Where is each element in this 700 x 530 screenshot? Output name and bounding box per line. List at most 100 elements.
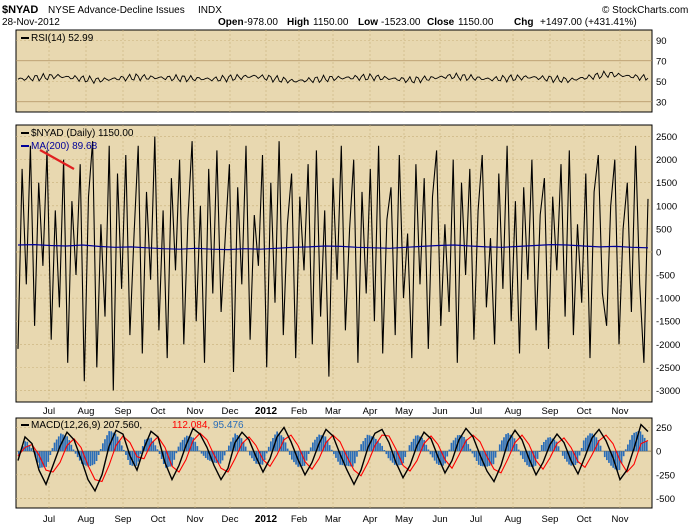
price-tick-label: -2500 xyxy=(656,363,680,374)
macd-histogram-bar xyxy=(291,451,293,460)
x-axis-month-label: Aug xyxy=(505,406,522,417)
x-axis-month-label: Aug xyxy=(505,514,522,525)
macd-histogram-bar xyxy=(120,445,123,452)
chart-panels: 30507090RSI(14) 52.99-3000-2500-2000-150… xyxy=(15,29,680,525)
exchange: INDX xyxy=(198,5,222,16)
macd-histogram-bar xyxy=(175,451,178,454)
x-axis-month-label: Sep xyxy=(115,514,132,525)
rsi-tick-label: 70 xyxy=(656,56,667,67)
macd-histogram-bar xyxy=(473,451,476,458)
stock-chart: $NYAD NYSE Advance-Decline Issues INDX ©… xyxy=(2,4,688,525)
macd-histogram-bar xyxy=(599,445,602,452)
macd-histogram-bar xyxy=(74,451,77,454)
macd-histogram-bar xyxy=(524,451,526,463)
macd-histogram-bar xyxy=(433,451,436,461)
macd-histogram-bar xyxy=(307,451,310,454)
macd-histogram-bar xyxy=(288,451,291,455)
x-axis-month-label: Jul xyxy=(43,406,55,417)
macd-histogram-bar xyxy=(95,451,98,461)
macd-histogram-bar xyxy=(93,451,96,465)
x-axis-month-label: Oct xyxy=(577,406,592,417)
macd-histogram-bar xyxy=(49,451,52,455)
macd-histogram-bar xyxy=(444,451,446,464)
macd-histogram-bar xyxy=(383,450,386,452)
price-tick-label: 2500 xyxy=(656,132,677,143)
macd-histogram-bar xyxy=(228,445,230,452)
macd-histogram-bar xyxy=(137,451,140,462)
macd-histogram-bar xyxy=(362,441,365,452)
macd-histogram-bar xyxy=(467,444,470,452)
macd-histogram-bar xyxy=(125,451,127,455)
price-tick-label: -500 xyxy=(656,271,675,282)
chart-date: 28-Nov-2012 xyxy=(2,17,60,28)
macd-histogram-bar xyxy=(312,442,314,452)
macd-histogram-bar xyxy=(643,437,646,452)
macd-histogram-bar xyxy=(251,451,253,459)
rsi-panel-bg xyxy=(15,29,653,113)
x-axis-month-label: Apr xyxy=(363,406,378,417)
macd-histogram-bar xyxy=(91,451,94,466)
price-tick-label: 1500 xyxy=(656,178,677,189)
macd-tick-label: 0 xyxy=(656,447,661,458)
price-tick-label: 0 xyxy=(656,247,661,258)
low-label: Low xyxy=(358,17,378,28)
price-tick-label: -2000 xyxy=(656,340,680,351)
ohlc-summary: Open -978.00 High 1150.00 Low -1523.00 C… xyxy=(218,17,637,28)
rsi-tick-label: 90 xyxy=(656,36,667,47)
macd-legend-label: MACD(12,26,9) 207.560, xyxy=(31,420,142,431)
macd-histogram-bar xyxy=(223,451,226,456)
macd-histogram-bar xyxy=(104,439,106,452)
macd-histogram-bar xyxy=(337,451,339,462)
macd-histogram-bar xyxy=(446,451,449,457)
macd-histogram-bar xyxy=(89,451,92,467)
macd-histogram-bar xyxy=(561,451,564,456)
macd-histogram-bar xyxy=(39,451,41,468)
macd-histogram-bar xyxy=(204,451,207,458)
price-tick-label: -1000 xyxy=(656,294,680,305)
x-axis-month-label: Jul xyxy=(470,514,482,525)
low-value: -1523.00 xyxy=(381,17,421,28)
macd-histogram-bar xyxy=(519,451,522,456)
x-axis-month-label: Feb xyxy=(291,514,307,525)
macd-histogram-bar xyxy=(154,445,157,452)
macd-histogram-bar xyxy=(219,451,222,464)
macd-histogram-bar xyxy=(53,442,56,452)
macd-histogram-bar xyxy=(198,450,201,452)
x-axis-month-label: Jul xyxy=(43,514,55,525)
x-axis-month-label: Oct xyxy=(151,514,166,525)
macd-histogram-bar xyxy=(450,442,453,452)
x-axis-month-label: Dec xyxy=(222,514,239,525)
x-axis-month-label: Jul xyxy=(470,406,482,417)
x-axis-month-label: Mar xyxy=(325,406,341,417)
symbol: $NYAD xyxy=(2,4,38,16)
x-axis-month-label: Sep xyxy=(542,514,559,525)
macd-histogram-bar xyxy=(354,451,356,464)
x-axis-month-label: Jun xyxy=(432,406,447,417)
nyad-legend: $NYAD (Daily) 1150.00 xyxy=(31,128,134,139)
x-axis-month-label: May xyxy=(395,514,413,525)
chg-value: +1497.00 (+431.41%) xyxy=(540,17,637,28)
macd-histogram-bar xyxy=(608,451,610,463)
macd-histogram-bar xyxy=(606,451,608,461)
macd-histogram-bar xyxy=(47,451,50,462)
macd-histogram-bar xyxy=(545,439,547,452)
macd-histogram-bar xyxy=(557,446,560,452)
macd-histogram-bar xyxy=(624,449,627,452)
macd-histogram-bar xyxy=(200,451,203,454)
high-label: High xyxy=(287,17,309,28)
macd-histogram-bar xyxy=(492,451,495,465)
macd-histogram-bar xyxy=(387,451,390,459)
macd-histogram-bar xyxy=(448,449,451,452)
macd-histogram-bar xyxy=(99,449,102,452)
macd-histogram-bar xyxy=(452,440,455,452)
x-axis-month-label: Jun xyxy=(432,514,447,525)
rsi-tick-label: 50 xyxy=(656,77,667,88)
macd-histogram-bar xyxy=(309,447,312,452)
x-axis-month-label: Mar xyxy=(325,514,341,525)
macd-tick-label: -250 xyxy=(656,470,675,481)
macd-histogram-bar xyxy=(351,451,354,467)
macd-histogram-bar xyxy=(267,446,270,452)
macd-histogram-bar xyxy=(622,451,625,457)
macd-histogram-bar xyxy=(389,451,392,461)
x-axis-month-label: Oct xyxy=(577,514,592,525)
